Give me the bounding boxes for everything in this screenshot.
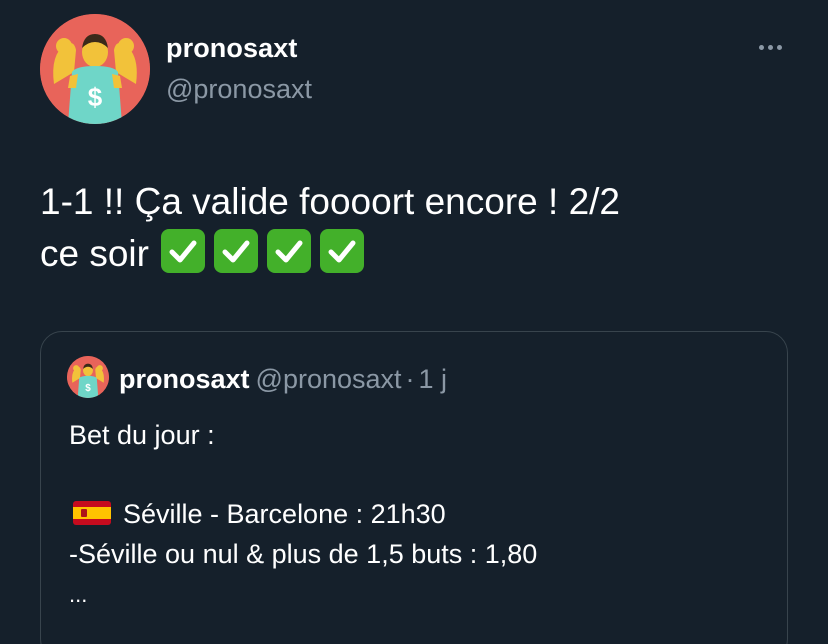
svg-text:$: $	[88, 82, 103, 112]
more-icon-dot	[776, 44, 782, 50]
quoted-match-text: Séville - Barcelone : 21h30	[123, 499, 446, 529]
quoted-line-1: Bet du jour :	[69, 420, 215, 450]
quoted-header: pronosaxt @pronosaxt · 1 j	[119, 364, 447, 395]
check-mark-icon	[213, 229, 258, 273]
tweet-text-line2: ce soir	[40, 233, 149, 274]
quoted-match-line: Séville - Barcelone : 21h30	[69, 499, 446, 530]
quoted-author-handle[interactable]: @pronosaxt	[256, 364, 402, 394]
check-mark-icon	[319, 229, 364, 273]
check-mark-icon	[266, 229, 311, 273]
quoted-separator: ·	[405, 364, 415, 394]
tweet-text-line1: 1-1 !! Ça valide foooort encore ! 2/2	[40, 181, 621, 222]
tweet-text-line2-wrap: ce soir	[40, 228, 800, 280]
avatar-image: $	[40, 14, 150, 124]
more-icon-dot	[758, 44, 764, 50]
svg-text:$: $	[85, 383, 91, 394]
more-options-button[interactable]	[748, 32, 792, 62]
quoted-author-avatar[interactable]: $	[67, 356, 109, 398]
avatar-image: $	[67, 356, 109, 398]
quoted-author-name[interactable]: pronosaxt	[119, 364, 250, 394]
more-icon-dot	[767, 44, 773, 50]
tweet-text: 1-1 !! Ça valide foooort encore ! 2/2 ce…	[40, 176, 800, 280]
author-handle[interactable]: @pronosaxt	[166, 74, 312, 105]
emoji-group	[160, 229, 373, 274]
quoted-bet-line: -Séville ou nul & plus de 1,5 buts : 1,8…	[69, 539, 538, 569]
quoted-ellipsis: ...	[69, 582, 88, 607]
spain-flag-icon	[73, 501, 111, 525]
author-avatar[interactable]: $	[40, 14, 150, 124]
check-mark-icon	[160, 229, 205, 273]
tweet-card: $ pronosaxt @pronosaxt 1-1 !! Ça valide …	[0, 0, 828, 644]
author-name[interactable]: pronosaxt	[166, 33, 297, 64]
quoted-tweet[interactable]: $ pronosaxt @pronosaxt · 1 j Bet du jour : …	[40, 331, 788, 644]
quoted-timestamp[interactable]: 1 j	[419, 364, 448, 394]
